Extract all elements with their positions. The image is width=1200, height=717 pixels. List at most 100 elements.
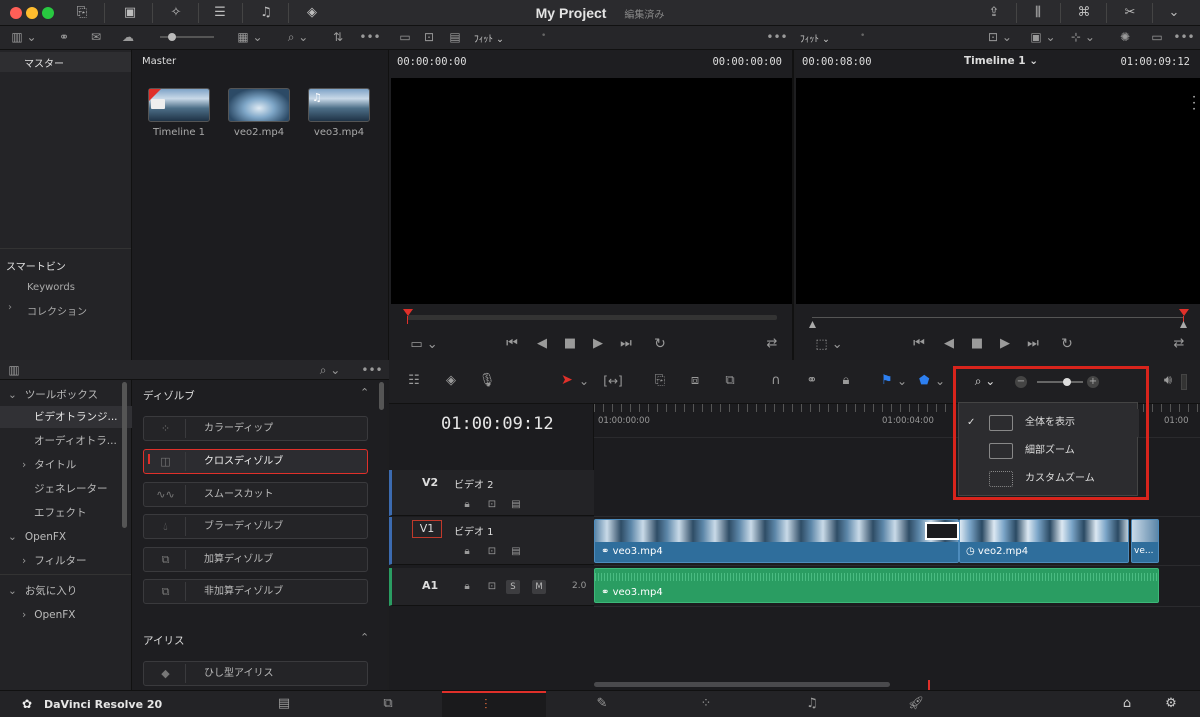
flag-icon[interactable]: ⚑: [881, 373, 893, 388]
safe-area-icon[interactable]: ⊡: [418, 26, 440, 48]
viewer-mode-icon[interactable]: ▭: [396, 26, 414, 48]
mixer-icon[interactable]: ⫼: [1028, 3, 1048, 23]
metadata-icon[interactable]: ⌘: [1074, 3, 1094, 23]
collapse-icon[interactable]: ⌃: [360, 631, 369, 644]
tree-filters[interactable]: ›フィルター: [0, 550, 132, 572]
marker-icon[interactable]: ⬟: [919, 373, 929, 387]
reverse-icon[interactable]: ◀: [531, 333, 553, 355]
transition-marker[interactable]: [925, 522, 959, 540]
fx-item[interactable]: ⧉加算ディゾルブ: [143, 547, 368, 572]
in-point-icon[interactable]: [809, 321, 816, 328]
collapse-icon[interactable]: ⌃: [360, 386, 369, 399]
linked-selection-icon[interactable]: ⚭: [801, 370, 823, 392]
more-icon[interactable]: •••: [358, 359, 386, 381]
auto-select-icon[interactable]: ⊡: [484, 576, 500, 598]
track-id[interactable]: V1: [412, 520, 442, 538]
menu-item-custom-zoom[interactable]: カスタムズーム: [959, 465, 1139, 493]
tree-video-transitions[interactable]: ビデオトランジ...: [0, 406, 132, 428]
fx-scrollbar[interactable]: [379, 382, 384, 410]
tree-titles[interactable]: ›タイトル: [0, 454, 132, 476]
media-page-icon[interactable]: ▤: [272, 693, 296, 715]
video-clip[interactable]: ◷ veo2.mp4: [959, 519, 1129, 563]
auto-select-icon[interactable]: ⊡: [484, 494, 500, 516]
menu-item-detail-zoom[interactable]: 細部ズーム: [959, 437, 1139, 465]
color-icon[interactable]: ✺: [1112, 26, 1138, 48]
timeline-selector[interactable]: Timeline 1 ⌄: [964, 55, 1038, 67]
link-icon[interactable]: ⚭: [52, 26, 76, 48]
audio-clip[interactable]: ⚭ veo3.mp4: [594, 568, 1159, 603]
reverse-icon[interactable]: ◀: [938, 333, 960, 355]
smart-bin-collections[interactable]: コレクション: [27, 303, 87, 318]
loop-icon[interactable]: ↻: [1056, 333, 1078, 355]
smart-bin-keywords[interactable]: Keywords: [27, 282, 75, 293]
tree-openfx[interactable]: ⌄OpenFX: [0, 526, 132, 548]
menu-item-show-all[interactable]: ✓ 全体を表示: [959, 409, 1139, 437]
insert-clip-icon[interactable]: ⎘: [647, 370, 673, 392]
play-icon[interactable]: ▶: [587, 333, 609, 355]
skip-back-icon[interactable]: ⏮: [501, 333, 523, 355]
export-icon[interactable]: ⇪: [984, 3, 1004, 23]
search-icon[interactable]: ⌕ ⌄: [280, 26, 316, 48]
video-clip[interactable]: ⚭ veo3.mp4: [594, 519, 959, 563]
stop-icon[interactable]: ■: [559, 333, 581, 355]
fusion-page-icon[interactable]: ✎: [590, 693, 614, 715]
media-item[interactable]: veo2.mp4: [228, 88, 290, 122]
volume-icon[interactable]: 🔊︎: [1157, 370, 1179, 392]
solo-button[interactable]: S: [506, 580, 520, 594]
trim-tool-icon[interactable]: [↔]: [601, 370, 625, 392]
auto-select-icon[interactable]: ⊡: [484, 541, 500, 563]
zoom-out-icon[interactable]: −: [1015, 376, 1027, 388]
chevron-down-icon[interactable]: ⌄: [933, 370, 947, 392]
playhead-icon[interactable]: [403, 309, 413, 316]
home-icon[interactable]: ⌂: [1116, 693, 1138, 715]
lock-icon[interactable]: 🔒︎: [460, 576, 474, 598]
replace-clip-icon[interactable]: ⧉: [717, 370, 743, 392]
fx-item[interactable]: ⧉非加算ディゾルブ: [143, 579, 368, 604]
skip-forward-icon[interactable]: ⏭: [615, 333, 637, 355]
video-clip[interactable]: ve...: [1131, 519, 1159, 563]
overlay-icon[interactable]: ◈: [439, 370, 463, 392]
tree-fav-openfx[interactable]: ›OpenFX: [0, 604, 132, 626]
lock-icon[interactable]: 🔒︎: [460, 541, 474, 563]
viewer-more-icon[interactable]: •••: [762, 26, 792, 48]
source-video-frame[interactable]: [391, 78, 792, 304]
media-item[interactable]: Timeline 1: [148, 88, 210, 122]
match-frame-icon[interactable]: ⇄: [1168, 333, 1190, 355]
zoom-in-icon[interactable]: +: [1087, 376, 1099, 388]
fit-dropdown-left[interactable]: ﾌｨｯﾄ ⌄: [474, 31, 504, 45]
transform-icon[interactable]: ⊹ ⌄: [1066, 26, 1100, 48]
stop-icon[interactable]: ■: [966, 333, 988, 355]
playhead-icon[interactable]: [1179, 309, 1189, 316]
inspector-toggle-icon[interactable]: ✂: [1120, 3, 1140, 23]
deliver-page-icon[interactable]: 🚀︎: [904, 693, 928, 715]
panel-layout-icon[interactable]: ▥ ⌄: [6, 26, 42, 48]
chevron-down-icon[interactable]: ⌄: [577, 370, 591, 392]
fx-item[interactable]: ◆ひし型アイリス: [143, 661, 368, 686]
clip-type-icon[interactable]: ▭ ⌄: [405, 334, 443, 356]
color-page-icon[interactable]: ⁘: [694, 693, 718, 715]
match-frame-icon[interactable]: ⇄: [761, 333, 783, 355]
sidebar-toggle-icon[interactable]: ▥: [4, 359, 24, 381]
timeline-video-frame[interactable]: [796, 78, 1200, 304]
out-point-icon[interactable]: [1180, 321, 1187, 328]
play-icon[interactable]: ▶: [994, 333, 1016, 355]
settings-gear-icon[interactable]: ⚙: [1160, 693, 1182, 715]
fx-item[interactable]: ∿∿スムースカット: [143, 482, 368, 507]
snapping-icon[interactable]: ∩: [765, 370, 787, 392]
lock-icon[interactable]: 🔒︎: [460, 494, 474, 516]
sort-icon[interactable]: ⇅: [326, 26, 350, 48]
chevron-down-icon[interactable]: ⌄: [895, 370, 909, 392]
safe-area-icon[interactable]: ⊡ ⌄: [980, 26, 1020, 48]
skip-back-icon[interactable]: ⏮: [908, 333, 930, 355]
viewer-options-icon[interactable]: ···: [1192, 94, 1196, 112]
mic-icon[interactable]: 🎙︎: [477, 370, 497, 392]
cut-page-icon[interactable]: ⧉: [376, 693, 400, 715]
tree-effects[interactable]: エフェクト: [0, 502, 132, 524]
expand-icon[interactable]: ›: [8, 302, 12, 313]
edit-page-tab[interactable]: ⫶: [442, 691, 546, 717]
tree-audio-transitions[interactable]: オーディオトラ...: [0, 430, 132, 452]
grid-view-icon[interactable]: ▦ ⌄: [232, 26, 268, 48]
loop-icon[interactable]: ↻: [649, 333, 671, 355]
track-enable-icon[interactable]: ▤: [508, 494, 524, 516]
transform-mode-icon[interactable]: ⬚ ⌄: [810, 334, 848, 356]
